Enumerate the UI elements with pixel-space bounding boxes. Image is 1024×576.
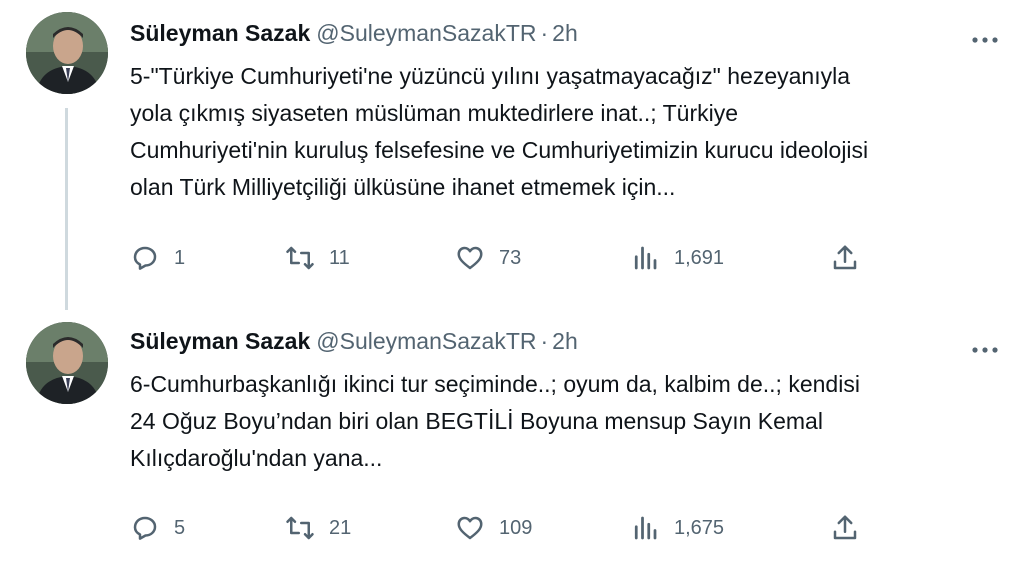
- tweet-actions: 5 21 109 1,675: [130, 510, 870, 546]
- views-count: 1,691: [674, 246, 725, 269]
- reply-icon: [133, 516, 157, 540]
- thread-line: [65, 108, 68, 310]
- timestamp[interactable]: 2h: [552, 20, 578, 46]
- retweet-icon: [286, 516, 314, 540]
- retweet-button[interactable]: 11: [285, 240, 350, 276]
- retweet-count: 21: [329, 516, 352, 539]
- separator: ·: [540, 20, 549, 46]
- share-icon: [833, 245, 857, 270]
- tweet-text-line: Cumhuriyeti'nin kuruluş felsefesine ve C…: [130, 137, 869, 163]
- tweet-actions: 1 11 73 1,691: [130, 240, 870, 276]
- author-name[interactable]: Süleyman Sazak: [130, 328, 310, 354]
- reply-button[interactable]: 1: [130, 240, 185, 276]
- avatar-image: [26, 322, 108, 404]
- tweet-text-line: 24 Oğuz Boyu’ndan biri olan BEGTİLİ Boyu…: [130, 408, 823, 434]
- tweet-text: 6-Cumhurbaşkanlığı ikinci tur seçiminde.…: [130, 366, 1000, 477]
- tweet-text-line: olan Türk Milliyetçiliği ülküsüne ihanet…: [130, 174, 676, 200]
- tweet[interactable]: Süleyman Sazak @SuleymanSazakTR · 2h 5-"Tür…: [0, 0, 1024, 310]
- reply-count: 5: [174, 516, 186, 539]
- tweet-text-line: Kılıçdaroğlu'ndan yana...: [130, 445, 383, 471]
- reply-count: 1: [174, 246, 186, 269]
- tweet-header: Süleyman Sazak @SuleymanSazakTR · 2h: [130, 328, 578, 355]
- avatar-image: [26, 12, 108, 94]
- tweet-text-line: 6-Cumhurbaşkanlığı ikinci tur seçiminde.…: [130, 371, 860, 397]
- share-icon: [833, 515, 857, 540]
- tweet-text-line: yola çıkmış siyaseten müslüman muktedirl…: [130, 100, 739, 126]
- timestamp[interactable]: 2h: [552, 328, 578, 354]
- more-dots-icon[interactable]: [972, 340, 998, 353]
- reply-button[interactable]: 5: [130, 510, 185, 546]
- views-chart-icon: [634, 246, 657, 270]
- tweet[interactable]: Süleyman Sazak @SuleymanSazakTR · 2h 6-Cumh…: [0, 310, 1024, 576]
- heart-icon: [457, 516, 483, 540]
- tweet-text-line: 5-"Türkiye Cumhuriyeti'ne yüzüncü yılını…: [130, 63, 850, 89]
- more-dots-icon[interactable]: [972, 30, 998, 43]
- like-button[interactable]: 73: [455, 240, 521, 276]
- views-chart-icon: [634, 516, 657, 540]
- like-count: 109: [499, 516, 533, 539]
- retweet-count: 11: [329, 246, 350, 269]
- views-count: 1,675: [674, 516, 725, 539]
- heart-icon: [457, 246, 483, 270]
- tweet-header: Süleyman Sazak @SuleymanSazakTR · 2h: [130, 20, 578, 47]
- author-name[interactable]: Süleyman Sazak: [130, 20, 310, 46]
- like-count: 73: [499, 246, 522, 269]
- views-button[interactable]: 1,691: [630, 240, 724, 276]
- share-button[interactable]: [830, 510, 860, 546]
- retweet-icon: [286, 246, 314, 270]
- share-button[interactable]: [830, 240, 860, 276]
- reply-icon: [133, 246, 157, 270]
- tweet-text: 5-"Türkiye Cumhuriyeti'ne yüzüncü yılını…: [130, 58, 1000, 206]
- like-button[interactable]: 109: [455, 510, 532, 546]
- retweet-button[interactable]: 21: [285, 510, 351, 546]
- avatar[interactable]: [26, 12, 108, 94]
- avatar[interactable]: [26, 322, 108, 404]
- author-handle[interactable]: @SuleymanSazakTR: [316, 328, 536, 354]
- author-handle[interactable]: @SuleymanSazakTR: [316, 20, 536, 46]
- views-button[interactable]: 1,675: [630, 510, 724, 546]
- separator: ·: [540, 328, 549, 354]
